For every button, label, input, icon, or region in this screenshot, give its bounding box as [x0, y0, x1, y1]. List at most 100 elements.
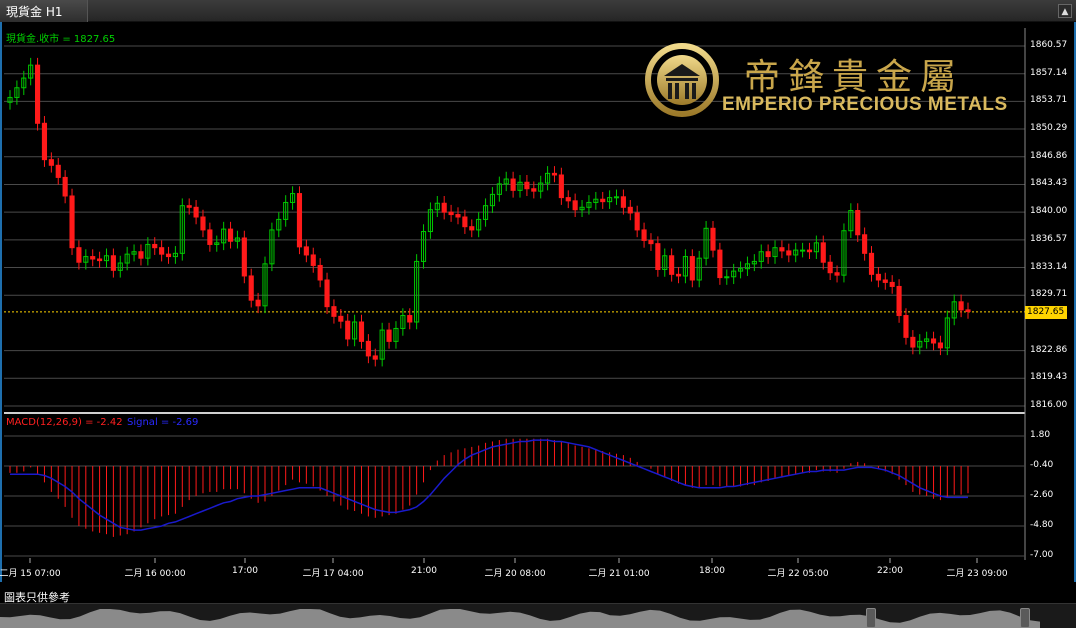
candle-body [937, 342, 943, 349]
macd-tick-label: 1.80 [1030, 430, 1051, 440]
candle-body [35, 64, 41, 124]
candle-body [296, 193, 303, 248]
price-tick-label: 1846.86 [1030, 150, 1068, 161]
logo-english-text: EMPERIO PRECIOUS METALS [722, 94, 1008, 115]
logo-chinese-text: 帝鋒貴金屬 [744, 57, 965, 98]
price-tick-label: 1857.14 [1030, 67, 1068, 78]
candle-body [241, 237, 247, 277]
candle-body [862, 234, 868, 254]
candle-body [565, 197, 571, 202]
candle-body [641, 229, 647, 241]
candle-body [620, 196, 626, 208]
candle-body [345, 320, 351, 340]
time-tick-label: 21:00 [411, 566, 437, 576]
candle-body [882, 279, 888, 283]
candle-body [613, 196, 620, 199]
candle-body [868, 252, 875, 275]
candle-body [159, 247, 165, 255]
navigator-right-handle[interactable] [1020, 608, 1030, 628]
time-tick-label: 22:00 [877, 566, 903, 576]
candle-body [717, 249, 723, 279]
candle-body [407, 315, 413, 323]
time-tick-label: 18:00 [699, 566, 725, 576]
macd-legend: MACD(12,26,9) = -2.42 [6, 417, 123, 428]
candle-body [889, 281, 895, 287]
time-tick-label: 二月 20 08:00 [484, 569, 546, 579]
candle-body [648, 239, 654, 245]
candle-body [855, 210, 861, 236]
candle-body [193, 206, 199, 218]
signal-line [10, 439, 968, 531]
candle-body [965, 309, 971, 312]
candle-body [669, 255, 675, 275]
candle-body [165, 253, 172, 258]
candle-body [372, 355, 378, 360]
candle-body [958, 301, 964, 311]
emperio-logo: 帝鋒貴金屬 EMPERIO PRECIOUS METALS [644, 40, 1024, 120]
candle-body [600, 198, 606, 203]
candle-body [910, 336, 916, 348]
time-tick-label: 二月 17 04:00 [302, 569, 364, 579]
main-legend: 現貨金.收市 = 1827.65 [6, 34, 116, 45]
time-tick-label: 二月 16 00:00 [124, 569, 186, 579]
candle-body [820, 242, 826, 263]
price-tick-label: 1816.00 [1030, 400, 1068, 410]
chart-navigator[interactable] [0, 603, 1076, 628]
macd-tick-label: -2.60 [1030, 490, 1054, 500]
candle-body [97, 258, 103, 262]
candle-body [62, 176, 68, 197]
price-tick-label: 1853.71 [1030, 95, 1068, 106]
macd-tick-label: -0.40 [1030, 460, 1054, 470]
candle-body [338, 315, 344, 322]
candle-body [510, 178, 516, 191]
candle-body [448, 211, 454, 216]
time-tick-label: 二月 15 07:00 [0, 569, 61, 579]
price-tick-label: 1840.00 [1030, 206, 1068, 217]
candle-body [227, 228, 234, 242]
candle-body [365, 340, 371, 357]
emperio-emblem-icon [645, 43, 719, 117]
candle-body [55, 164, 61, 178]
candle-body [634, 212, 640, 231]
candle-body [903, 315, 909, 338]
candle-body [469, 226, 475, 231]
candle-body [255, 299, 261, 307]
candle-body [110, 255, 116, 271]
candle-body [765, 251, 771, 258]
candle-body [627, 206, 633, 214]
time-tick-label: 二月 22 05:00 [767, 569, 829, 579]
navigator-silhouette [0, 609, 1040, 628]
candle-body [69, 195, 75, 249]
candle-body [207, 229, 213, 245]
candle-body [710, 227, 716, 251]
candle-body [324, 279, 330, 308]
candle-body [834, 272, 840, 276]
candle-body [827, 261, 833, 274]
candle-body [200, 216, 206, 231]
candle-body [896, 285, 902, 317]
candle-body [524, 181, 530, 190]
candle-body [800, 249, 806, 252]
candle-body [675, 273, 682, 277]
macd-tick-label: -4.80 [1030, 520, 1054, 530]
price-tick-label: 1860.57 [1030, 40, 1068, 50]
time-tick-label: 二月 23 09:00 [946, 569, 1008, 579]
price-tick-label: 1833.14 [1030, 261, 1068, 272]
candle-body [572, 200, 578, 211]
candle-body [138, 251, 144, 259]
candle-body [558, 174, 564, 199]
candle-body [48, 159, 54, 166]
candle-body [186, 205, 192, 208]
navigator-overview [0, 609, 1040, 628]
candle-body [930, 338, 937, 344]
candle-body [462, 216, 468, 228]
candle-body [806, 249, 813, 253]
candle-body [455, 214, 461, 218]
navigator-left-handle[interactable] [866, 608, 876, 628]
candle-body [76, 247, 82, 263]
candle-body [689, 256, 695, 281]
candle-body [331, 306, 337, 317]
candle-body [875, 273, 881, 281]
candle-body [41, 122, 48, 161]
candle-body [358, 321, 365, 342]
